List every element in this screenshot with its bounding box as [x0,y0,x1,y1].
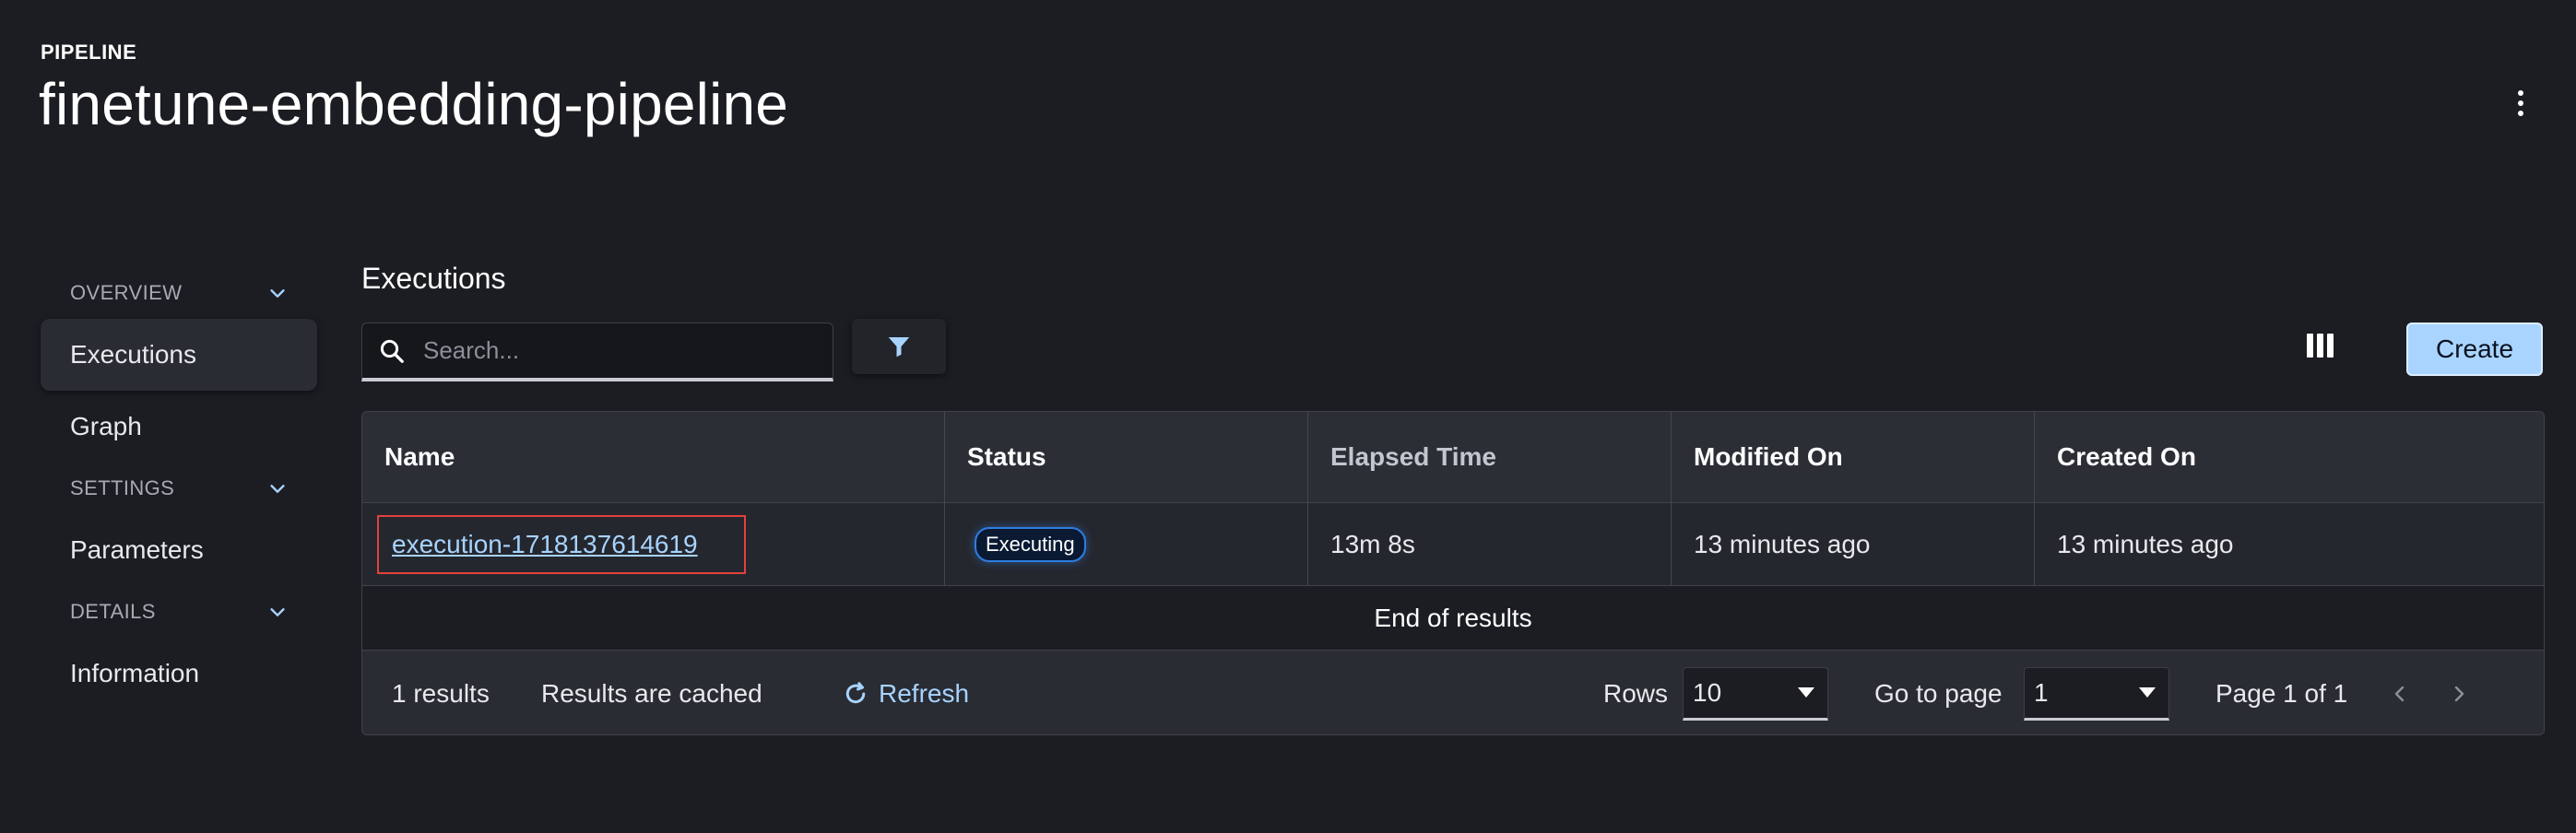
sidebar-section-label: SETTINGS [70,476,175,499]
sidebar-item-graph[interactable]: Graph [41,391,317,463]
section-title: Executions [361,262,506,295]
search-box [361,323,833,381]
column-header-elapsed-time[interactable]: Elapsed Time [1308,412,1672,502]
sidebar-item-parameters[interactable]: Parameters [41,514,317,586]
sidebar-section-label: OVERVIEW [70,281,183,304]
column-header-modified-on[interactable]: Modified On [1672,412,2035,502]
search-input[interactable] [421,323,833,378]
filter-button[interactable] [852,319,946,374]
table-footer: 1 results Results are cached Refresh Row… [362,650,2544,734]
rows-per-page-value: 10 [1693,677,1722,707]
search-icon [373,333,410,370]
caret-down-icon [2139,687,2156,698]
more-vertical-icon[interactable] [2510,85,2532,122]
refresh-button[interactable]: Refresh [842,651,970,734]
refresh-icon [845,681,866,703]
sidebar-item-executions[interactable]: Executions [41,319,317,391]
cell-status: Executing [945,503,1308,585]
end-of-results: End of results [362,585,2544,650]
sidebar-section-details[interactable]: DETAILS [41,586,317,638]
cell-modified-on: 13 minutes ago [1672,503,2035,585]
table-header: Name Status Elapsed Time Modified On Cre… [362,412,2544,502]
rows-per-page-select[interactable]: 10 [1683,666,1828,721]
sidebar-item-information[interactable]: Information [41,638,317,710]
highlight-box: execution-1718137614619 [377,514,746,574]
goto-page-value: 1 [2034,677,2049,707]
create-button[interactable]: Create [2406,323,2543,376]
executions-table: Name Status Elapsed Time Modified On Cre… [361,411,2545,735]
cell-name: execution-1718137614619 [362,503,945,585]
goto-page-label: Go to page [1874,678,2003,708]
pipeline-page: PIPELINE finetune-embedding-pipeline OVE… [0,0,2576,833]
sidebar: OVERVIEW Executions Graph SETTINGS Param… [41,267,317,710]
column-header-status[interactable]: Status [945,412,1308,502]
column-header-created-on[interactable]: Created On [2035,412,2544,502]
page-eyebrow: PIPELINE [41,41,137,64]
column-settings-icon[interactable] [2307,334,2334,367]
caret-down-icon [1798,687,1814,698]
table-row: execution-1718137614619 Executing 13m 8s… [362,502,2544,585]
sidebar-section-label: DETAILS [70,600,156,623]
cache-notice: Results are cached [541,678,762,708]
previous-page-icon[interactable] [2383,677,2416,710]
sidebar-section-overview[interactable]: OVERVIEW [41,267,317,319]
filter-icon [888,337,910,358]
next-page-icon[interactable] [2442,677,2476,710]
cell-created-on: 13 minutes ago [2057,529,2234,558]
execution-link[interactable]: execution-1718137614619 [392,530,698,558]
column-header-name[interactable]: Name [362,412,945,502]
page-info: Page 1 of 1 [2216,678,2348,708]
chevron-down-icon [270,485,285,493]
results-count: 1 results [392,678,490,708]
goto-page-select[interactable]: 1 [2024,666,2169,721]
status-badge: Executing [975,526,1086,562]
chevron-down-icon [270,289,285,298]
refresh-label: Refresh [879,678,970,708]
rows-label: Rows [1603,678,1669,708]
cell-elapsed-time: 13m 8s [1308,503,1672,585]
page-title: finetune-embedding-pipeline [39,71,789,137]
sidebar-section-settings[interactable]: SETTINGS [41,463,317,514]
chevron-down-icon [270,608,285,616]
